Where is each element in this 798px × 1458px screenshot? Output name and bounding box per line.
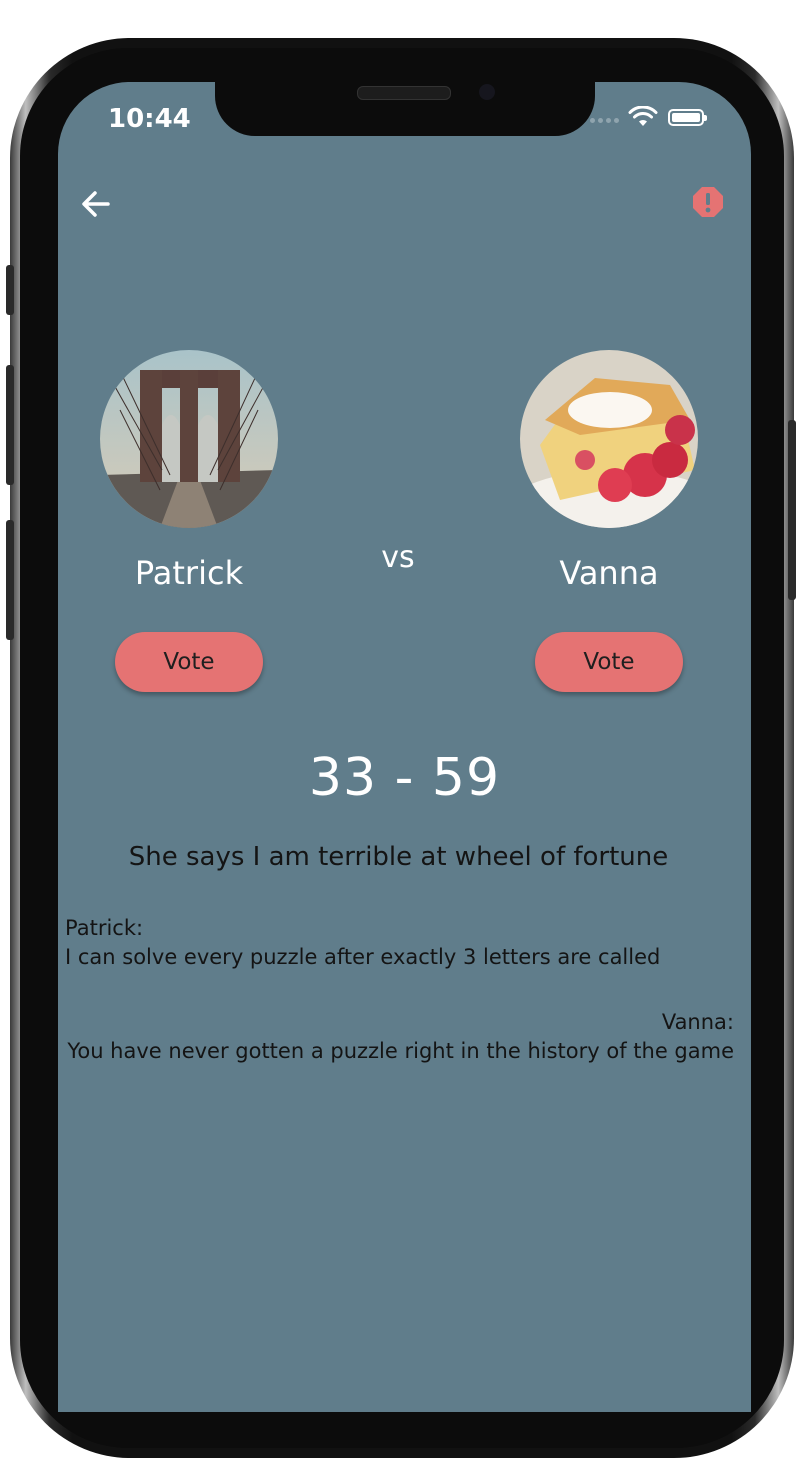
mute-switch [6, 265, 14, 315]
right-contender-name: Vanna [559, 554, 659, 592]
back-button[interactable] [78, 184, 118, 224]
left-argument-text: I can solve every puzzle after exactly 3… [65, 945, 661, 969]
left-contender-name: Patrick [134, 554, 244, 592]
app-screen: 10:44 Patrick Vote vs Vanna Vote 33 - 59… [58, 82, 751, 1412]
vote-left-button[interactable]: Vote [115, 632, 263, 692]
left-contender-avatar [100, 350, 278, 528]
battery-icon [668, 109, 707, 126]
right-contender-avatar [520, 350, 698, 528]
report-button[interactable] [692, 186, 724, 218]
volume-down-button [6, 520, 14, 640]
left-argument-speaker: Patrick: [65, 916, 144, 940]
right-argument-speaker: Vanna: [661, 1010, 734, 1034]
debate-topic: She says I am terrible at wheel of fortu… [128, 842, 669, 872]
arrow-left-icon [82, 191, 110, 217]
notch [215, 82, 595, 136]
right-argument-text: You have never gotten a puzzle right in … [67, 1039, 734, 1063]
left-argument: Patrick: I can solve every puzzle after … [65, 914, 735, 972]
status-time: 10:44 [108, 104, 191, 134]
power-button [788, 420, 796, 600]
vs-label: vs [381, 540, 415, 575]
volume-up-button [6, 365, 14, 485]
vote-right-button[interactable]: Vote [535, 632, 683, 692]
alert-octagon-icon [693, 187, 723, 217]
right-argument: Vanna: You have never gotten a puzzle ri… [58, 1008, 734, 1066]
front-camera [479, 84, 495, 100]
wifi-icon [628, 106, 658, 126]
cellular-signal-icon [590, 118, 619, 123]
earpiece-speaker [357, 86, 451, 100]
vote-score: 33 - 59 [308, 748, 501, 808]
